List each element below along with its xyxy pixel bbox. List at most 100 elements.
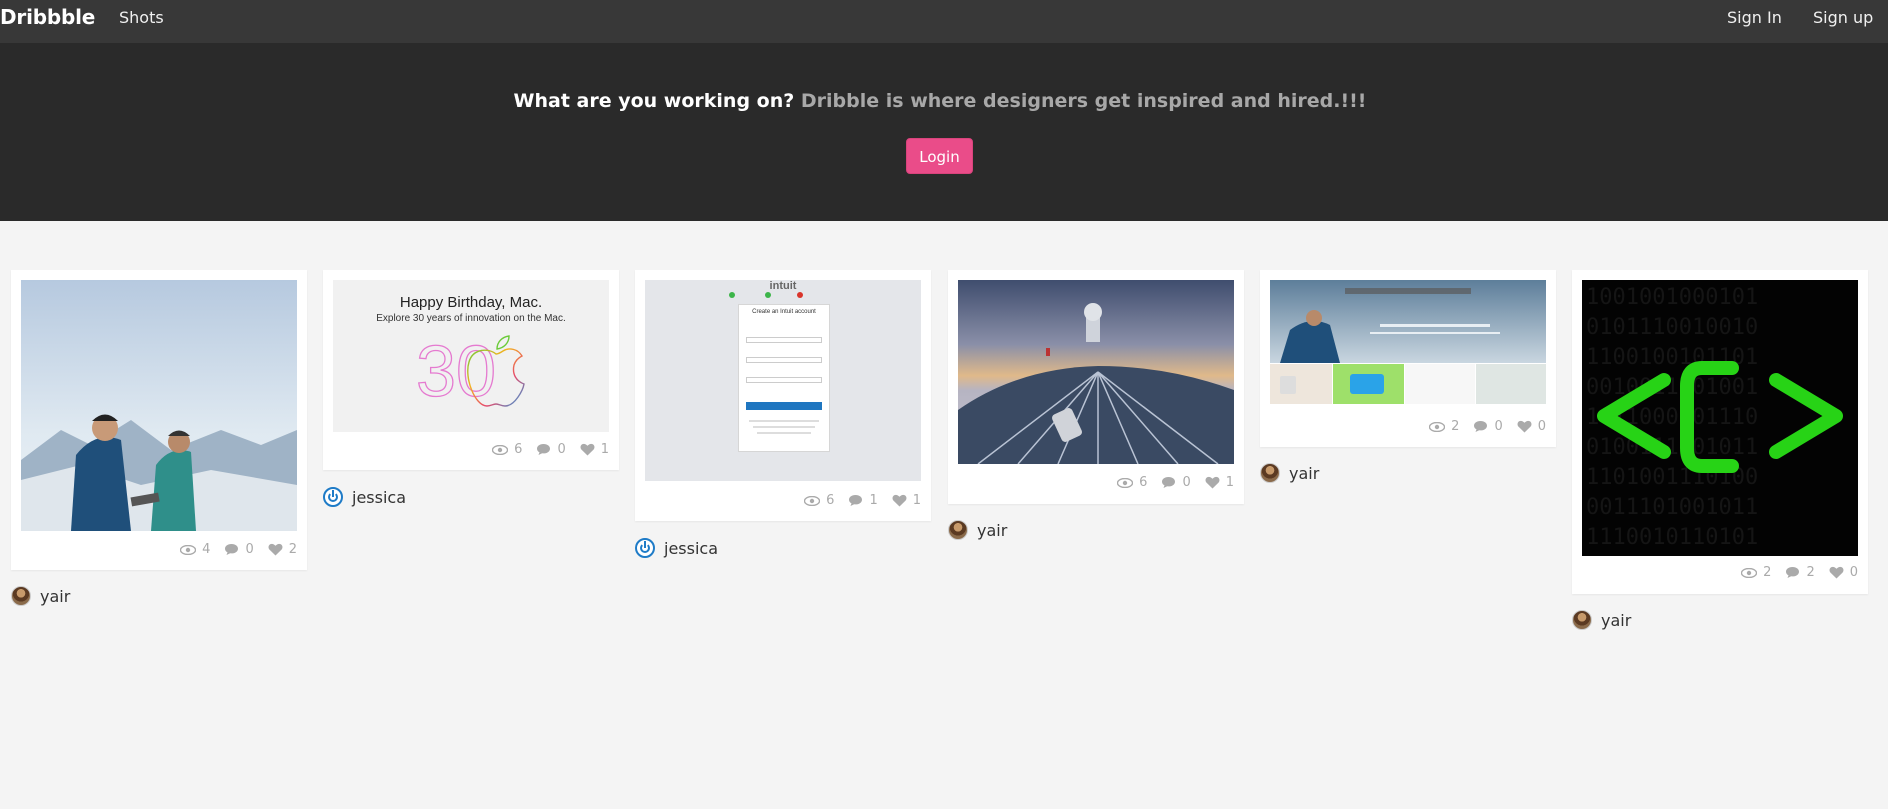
shot-author[interactable]: yair bbox=[948, 520, 1007, 540]
svg-text:0101110010010: 0101110010010 bbox=[1586, 315, 1758, 340]
views-stat: 6 bbox=[804, 493, 834, 508]
mountain-hikers-image bbox=[21, 280, 297, 531]
likes-count: 1 bbox=[1225, 475, 1234, 490]
eye-icon bbox=[492, 444, 509, 455]
comments-count: 1 bbox=[869, 493, 878, 508]
comment-icon bbox=[1474, 421, 1488, 432]
comments-stat: 0 bbox=[1473, 419, 1503, 434]
apple-website-image bbox=[1270, 280, 1546, 404]
shot-card[interactable]: 6 0 1 bbox=[948, 270, 1244, 504]
tagline-lead: What are you working on? bbox=[513, 90, 795, 112]
avatar bbox=[1572, 610, 1592, 630]
likes-stat: 1 bbox=[1205, 475, 1234, 490]
svg-text:0011101001011: 0011101001011 bbox=[1586, 495, 1758, 520]
svg-text:1110010110101: 1110010110101 bbox=[1586, 525, 1758, 550]
shot-thumbnail[interactable]: 1001001000101 0101110010010 110010010110… bbox=[1582, 280, 1858, 556]
form-field-shape bbox=[746, 337, 822, 343]
views-stat: 2 bbox=[1741, 565, 1771, 580]
svg-text:0010011101001: 0010011101001 bbox=[1586, 375, 1758, 400]
shot-stats: 6 0 1 bbox=[492, 442, 609, 457]
apple-logo-icon bbox=[467, 335, 525, 407]
text-line-shape bbox=[749, 420, 819, 422]
views-count: 2 bbox=[1451, 419, 1460, 434]
shot-author[interactable]: jessica bbox=[323, 487, 406, 507]
shot-author[interactable]: yair bbox=[1260, 463, 1319, 483]
comments-count: 2 bbox=[1806, 565, 1815, 580]
shot-thumbnail[interactable] bbox=[958, 280, 1234, 464]
top-navbar: Dribbble Shots Sign In Sign up bbox=[0, 0, 1888, 43]
shot-thumbnail[interactable]: Happy Birthday, Mac. Explore 30 years of… bbox=[333, 280, 609, 432]
eye-icon bbox=[180, 544, 197, 555]
shot-thumbnail[interactable] bbox=[1270, 280, 1546, 404]
comments-stat: 0 bbox=[536, 442, 566, 457]
heart-icon bbox=[580, 443, 595, 456]
heart-icon bbox=[1517, 420, 1532, 433]
step-dot-icon bbox=[765, 292, 771, 298]
svg-text:1001001000101: 1001001000101 bbox=[1586, 285, 1758, 310]
views-stat: 2 bbox=[1429, 419, 1459, 434]
text-line-shape bbox=[757, 432, 811, 434]
likes-stat: 0 bbox=[1829, 565, 1858, 580]
comments-count: 0 bbox=[245, 542, 254, 557]
nav-shots-link[interactable]: Shots bbox=[119, 8, 164, 27]
heart-icon bbox=[1205, 476, 1220, 489]
hero-tagline: What are you working on? Dribble is wher… bbox=[0, 90, 1880, 112]
shot-author[interactable]: jessica bbox=[635, 538, 718, 558]
author-name: yair bbox=[1601, 610, 1632, 630]
thumb-logo: intuit bbox=[769, 280, 797, 292]
sign-in-link[interactable]: Sign In bbox=[1727, 8, 1782, 27]
comment-icon bbox=[225, 544, 239, 555]
likes-count: 0 bbox=[1537, 419, 1546, 434]
eye-icon bbox=[1741, 567, 1758, 578]
shot-author[interactable]: yair bbox=[11, 586, 70, 606]
likes-stat: 2 bbox=[268, 542, 297, 557]
hero-banner: What are you working on? Dribble is wher… bbox=[0, 43, 1888, 221]
shot-card[interactable]: 1001001000101 0101110010010 110010010110… bbox=[1572, 270, 1868, 594]
likes-stat: 1 bbox=[892, 493, 921, 508]
shot-stats: 2 0 0 bbox=[1429, 419, 1546, 434]
thumb-form: Create an Intuit account bbox=[738, 304, 830, 452]
thumb-form-title: Create an Intuit account bbox=[752, 309, 816, 315]
comments-count: 0 bbox=[1494, 419, 1503, 434]
eye-icon bbox=[1429, 421, 1446, 432]
step-dot-icon bbox=[797, 292, 803, 298]
power-icon bbox=[635, 538, 655, 558]
comments-stat: 1 bbox=[848, 493, 878, 508]
views-stat: 6 bbox=[1117, 475, 1147, 490]
comment-icon bbox=[1786, 567, 1800, 578]
shot-thumbnail[interactable] bbox=[21, 280, 297, 531]
likes-stat: 0 bbox=[1517, 419, 1546, 434]
power-icon bbox=[323, 487, 343, 507]
observatory-telescope-image bbox=[958, 280, 1234, 464]
shot-thumbnail[interactable]: intuit Create an Intuit account bbox=[645, 280, 921, 481]
author-name: jessica bbox=[352, 487, 407, 507]
comments-stat: 0 bbox=[224, 542, 254, 557]
comments-stat: 2 bbox=[1785, 565, 1815, 580]
shot-stats: 6 0 1 bbox=[1117, 475, 1234, 490]
likes-stat: 1 bbox=[580, 442, 609, 457]
views-stat: 6 bbox=[492, 442, 522, 457]
login-button[interactable]: Login bbox=[906, 138, 973, 174]
heart-icon bbox=[1829, 566, 1844, 579]
avatar bbox=[948, 520, 968, 540]
heart-icon bbox=[268, 543, 283, 556]
sign-up-link[interactable]: Sign up bbox=[1813, 8, 1873, 27]
views-stat: 4 bbox=[180, 542, 210, 557]
views-count: 4 bbox=[202, 542, 211, 557]
shot-card[interactable]: 2 0 0 bbox=[1260, 270, 1556, 447]
form-button-shape bbox=[746, 402, 822, 410]
author-name: yair bbox=[1289, 463, 1320, 483]
likes-count: 2 bbox=[288, 542, 297, 557]
svg-text:0100111001011: 0100111001011 bbox=[1586, 435, 1758, 460]
shot-card[interactable]: 4 0 2 bbox=[11, 270, 307, 570]
likes-count: 1 bbox=[600, 442, 609, 457]
shot-card[interactable]: intuit Create an Intuit account 6 1 1 bbox=[635, 270, 931, 521]
thumb-title: Happy Birthday, Mac. bbox=[399, 294, 543, 311]
shot-author[interactable]: yair bbox=[1572, 610, 1631, 630]
views-count: 6 bbox=[1139, 475, 1148, 490]
likes-count: 1 bbox=[912, 493, 921, 508]
eye-icon bbox=[804, 495, 821, 506]
eye-icon bbox=[1117, 477, 1134, 488]
shot-card[interactable]: Happy Birthday, Mac. Explore 30 years of… bbox=[323, 270, 619, 470]
brand-logo[interactable]: Dribbble bbox=[0, 5, 95, 29]
